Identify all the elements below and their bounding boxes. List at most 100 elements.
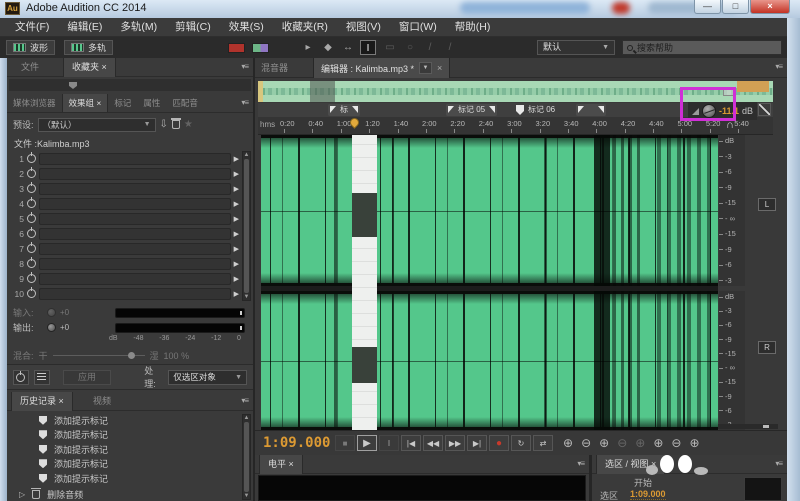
scroll-down-icon[interactable]: ▼ <box>244 493 250 499</box>
history-item[interactable]: 添加提示标记 <box>9 413 241 428</box>
scroll-thumb[interactable] <box>244 159 249 293</box>
effect-slot[interactable] <box>39 153 231 165</box>
transport-button[interactable]: ■ <box>335 435 355 451</box>
minimize-button[interactable]: — <box>694 0 721 14</box>
delete-preset-icon[interactable] <box>172 120 180 129</box>
spot-heal-tool-icon[interactable]: / <box>442 40 458 55</box>
rack-scrollbar[interactable]: ▲▼ <box>242 151 251 301</box>
effect-slot[interactable] <box>39 228 231 240</box>
effect-slot[interactable] <box>39 198 231 210</box>
tab-files[interactable]: 文件 <box>13 58 47 77</box>
slot-arrow-icon[interactable]: ▶ <box>234 155 239 163</box>
rack-slot-row[interactable]: 6 ▶ <box>11 226 239 241</box>
rack-power-button[interactable] <box>13 370 29 385</box>
marker-chip-empty[interactable] <box>576 104 606 116</box>
slot-arrow-icon[interactable]: ▶ <box>234 215 239 223</box>
transport-button[interactable]: ● <box>489 435 509 451</box>
panel-menu-icon[interactable]: ▾≡ <box>775 459 782 468</box>
effect-slot[interactable] <box>39 273 231 285</box>
scroll-down-icon[interactable]: ▼ <box>244 294 250 300</box>
panel-menu-icon[interactable]: ▾≡ <box>775 62 782 71</box>
scroll-up-icon[interactable]: ▲ <box>244 415 250 421</box>
zoom-icon[interactable]: ⊖ <box>671 435 681 451</box>
zoom-icon[interactable]: ⊕ <box>653 435 663 451</box>
history-item[interactable]: 添加提示标记 <box>9 457 241 472</box>
transport-button[interactable]: ▶▶ <box>445 435 465 451</box>
transport-button[interactable]: ⇄ <box>533 435 553 451</box>
zoom-icon[interactable]: ⊖ <box>617 435 627 451</box>
effect-slot[interactable] <box>39 213 231 225</box>
favorites-list[interactable] <box>9 79 251 91</box>
marker-chip[interactable]: 标记 05 <box>446 104 497 116</box>
effect-slot[interactable] <box>39 288 231 300</box>
vertical-zoom-scrollbar[interactable] <box>718 424 778 429</box>
history-scrollbar[interactable]: ▲▼ <box>242 414 251 500</box>
history-item-delete-audio[interactable]: ▷ 删除音频 <box>9 487 241 501</box>
menu-item[interactable]: 帮助(H) <box>446 18 500 37</box>
rack-tab[interactable]: 媒体浏览器 <box>7 94 62 112</box>
tab-editor-kalimba[interactable]: 编辑器 : Kalimba.mp3 * ▼ × <box>313 58 450 78</box>
brush-tool-icon[interactable]: / <box>422 40 438 55</box>
rack-tab[interactable]: 匹配音 <box>166 94 204 112</box>
multitrack-view-button[interactable]: 多轨 <box>64 40 113 55</box>
power-icon[interactable] <box>27 274 36 283</box>
waveform-view-button[interactable]: 波形 <box>6 40 55 55</box>
apply-button[interactable]: 应用 <box>63 370 111 385</box>
preset-dropdown[interactable]: （默认） ▼ <box>38 118 156 132</box>
menu-item[interactable]: 视图(V) <box>337 18 390 37</box>
history-item[interactable]: 添加提示标记 <box>9 428 241 443</box>
scroll-up-icon[interactable]: ▲ <box>244 152 250 158</box>
close-icon[interactable]: × <box>437 63 442 73</box>
rack-tab[interactable]: 效果组 × <box>62 94 109 112</box>
tab-favorites[interactable]: 收藏夹 × <box>63 58 116 77</box>
menu-item[interactable]: 窗口(W) <box>390 18 446 37</box>
menu-item[interactable]: 多轨(M) <box>111 18 166 37</box>
rack-slot-row[interactable]: 7 ▶ <box>11 241 239 256</box>
tab-levels[interactable]: 电平 × <box>259 455 303 474</box>
razor-tool-icon[interactable]: ◆ <box>320 40 336 55</box>
rack-list-toggle-button[interactable] <box>34 370 50 385</box>
overview-selection[interactable] <box>310 81 335 102</box>
history-item[interactable]: 添加提示标记 <box>9 442 241 457</box>
rack-slot-row[interactable]: 2 ▶ <box>11 166 239 181</box>
right-channel-waveform[interactable] <box>261 291 718 430</box>
slip-tool-icon[interactable]: ↔ <box>340 40 356 55</box>
search-input[interactable] <box>637 43 757 53</box>
mix-slider-thumb[interactable] <box>128 352 135 359</box>
menu-item[interactable]: 剪辑(C) <box>166 18 220 37</box>
close-button[interactable]: × <box>750 0 790 14</box>
power-icon[interactable] <box>27 229 36 238</box>
rack-slot-row[interactable]: 10 ▶ <box>11 286 239 301</box>
slot-arrow-icon[interactable]: ▶ <box>234 230 239 238</box>
time-selection-region[interactable] <box>352 135 377 430</box>
power-icon[interactable] <box>27 244 36 253</box>
rack-slot-row[interactable]: 1 ▶ <box>11 151 239 166</box>
history-item[interactable]: 添加提示标记 <box>9 471 241 486</box>
rack-tab[interactable]: 标记 <box>108 94 137 112</box>
panel-menu-icon[interactable]: ▾≡ <box>241 62 248 71</box>
power-icon[interactable] <box>27 259 36 268</box>
waveform-display-icon[interactable] <box>228 43 245 53</box>
selection-start-value[interactable]: 1:09.000 <box>630 489 666 500</box>
effect-slot[interactable] <box>39 168 231 180</box>
zoom-icon[interactable]: ⊕ <box>599 435 609 451</box>
slot-arrow-icon[interactable]: ▶ <box>234 170 239 178</box>
marquee-tool-icon[interactable]: ▭ <box>382 40 398 55</box>
transport-button[interactable]: ▶| <box>467 435 487 451</box>
workspace-dropdown[interactable]: 默认 ▼ <box>537 40 615 55</box>
rack-slot-row[interactable]: 5 ▶ <box>11 211 239 226</box>
panel-menu-icon[interactable]: ▾≡ <box>577 459 584 468</box>
hud-move-icon[interactable] <box>758 103 771 116</box>
favorite-star-icon[interactable]: ★ <box>184 118 193 132</box>
effect-slot[interactable] <box>39 183 231 195</box>
effect-slot[interactable] <box>39 258 231 270</box>
lasso-tool-icon[interactable]: ○ <box>402 40 418 55</box>
marker-chip[interactable]: 标 <box>328 104 360 116</box>
waveform-display[interactable] <box>261 135 718 430</box>
time-selection-tool-icon[interactable]: I <box>360 40 376 55</box>
process-dropdown[interactable]: 仅选区对象 ▼ <box>168 370 247 385</box>
slot-arrow-icon[interactable]: ▶ <box>234 260 239 268</box>
zoom-icon[interactable]: ⊕ <box>689 435 699 451</box>
menu-item[interactable]: 收藏夹(R) <box>273 18 337 37</box>
input-knob[interactable] <box>47 308 56 317</box>
